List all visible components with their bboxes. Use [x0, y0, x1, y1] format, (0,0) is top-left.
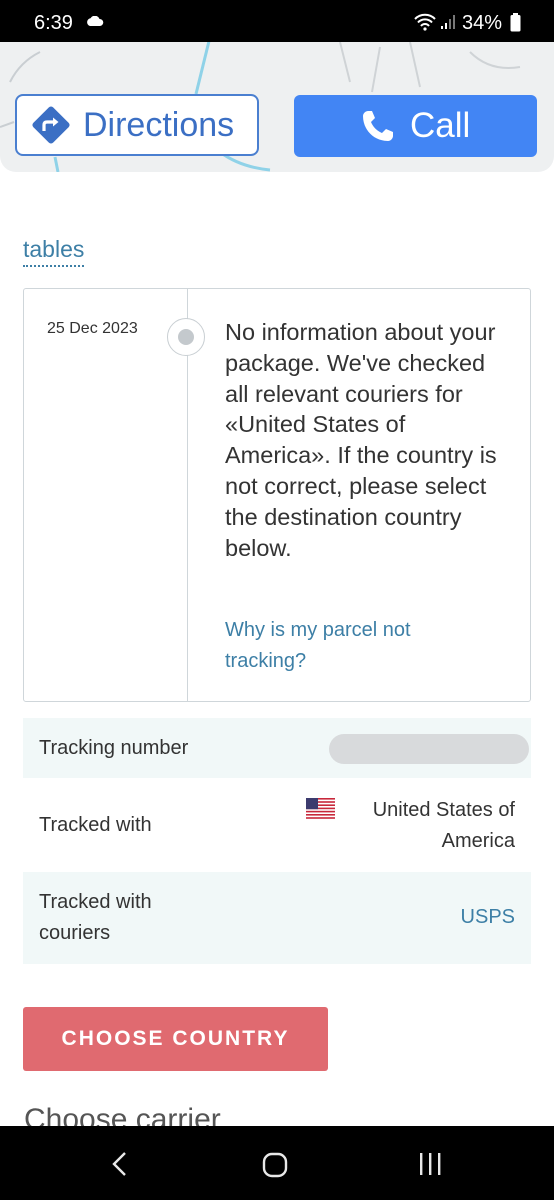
wifi-icon [414, 13, 436, 31]
tables-link[interactable]: tables [23, 236, 85, 267]
tracking-event-card: 25 Dec 2023 No information about your pa… [23, 288, 531, 702]
battery-icon [510, 13, 521, 32]
couriers-row: Tracked with couriers USPS [23, 872, 531, 964]
signal-icon [441, 15, 455, 29]
battery-percent: 34% [462, 12, 503, 34]
tracked-with-row: Tracked with United States of America [23, 780, 531, 870]
tracking-number-label: Tracking number [39, 737, 189, 759]
status-bar: 6:39 34% [0, 0, 554, 42]
couriers-label: Tracked with couriers [39, 891, 152, 944]
recents-icon[interactable] [414, 1152, 446, 1176]
directions-label: Directions [83, 105, 235, 144]
parcel-not-tracking-link[interactable]: Why is my parcel not tracking? [225, 615, 485, 677]
tracked-with-value: United States of America [372, 799, 515, 852]
call-button[interactable]: Call [294, 95, 537, 157]
choose-country-button[interactable]: CHOOSE COUNTRY [23, 1007, 328, 1071]
directions-icon [32, 106, 70, 144]
courier-usps-link[interactable]: USPS [461, 902, 515, 933]
tracking-number-value [329, 734, 529, 764]
phone-icon [363, 111, 393, 141]
call-label: Call [410, 106, 471, 145]
back-icon[interactable] [106, 1150, 134, 1178]
tracking-number-row: Tracking number [23, 718, 531, 778]
home-icon[interactable] [262, 1152, 288, 1178]
tracked-with-label: Tracked with [39, 814, 152, 836]
cloud-icon [87, 16, 104, 26]
event-message: No information about your package. We've… [225, 319, 497, 561]
map-card: Directions Call [0, 42, 554, 172]
us-flag-icon [306, 798, 335, 819]
navigation-bar [0, 1126, 554, 1200]
status-time: 6:39 [34, 12, 73, 34]
directions-button[interactable]: Directions [15, 94, 259, 156]
timeline-dot-icon [167, 318, 205, 356]
event-date: 25 Dec 2023 [47, 320, 138, 337]
choose-carrier-heading: Choose carrier [24, 1103, 221, 1126]
